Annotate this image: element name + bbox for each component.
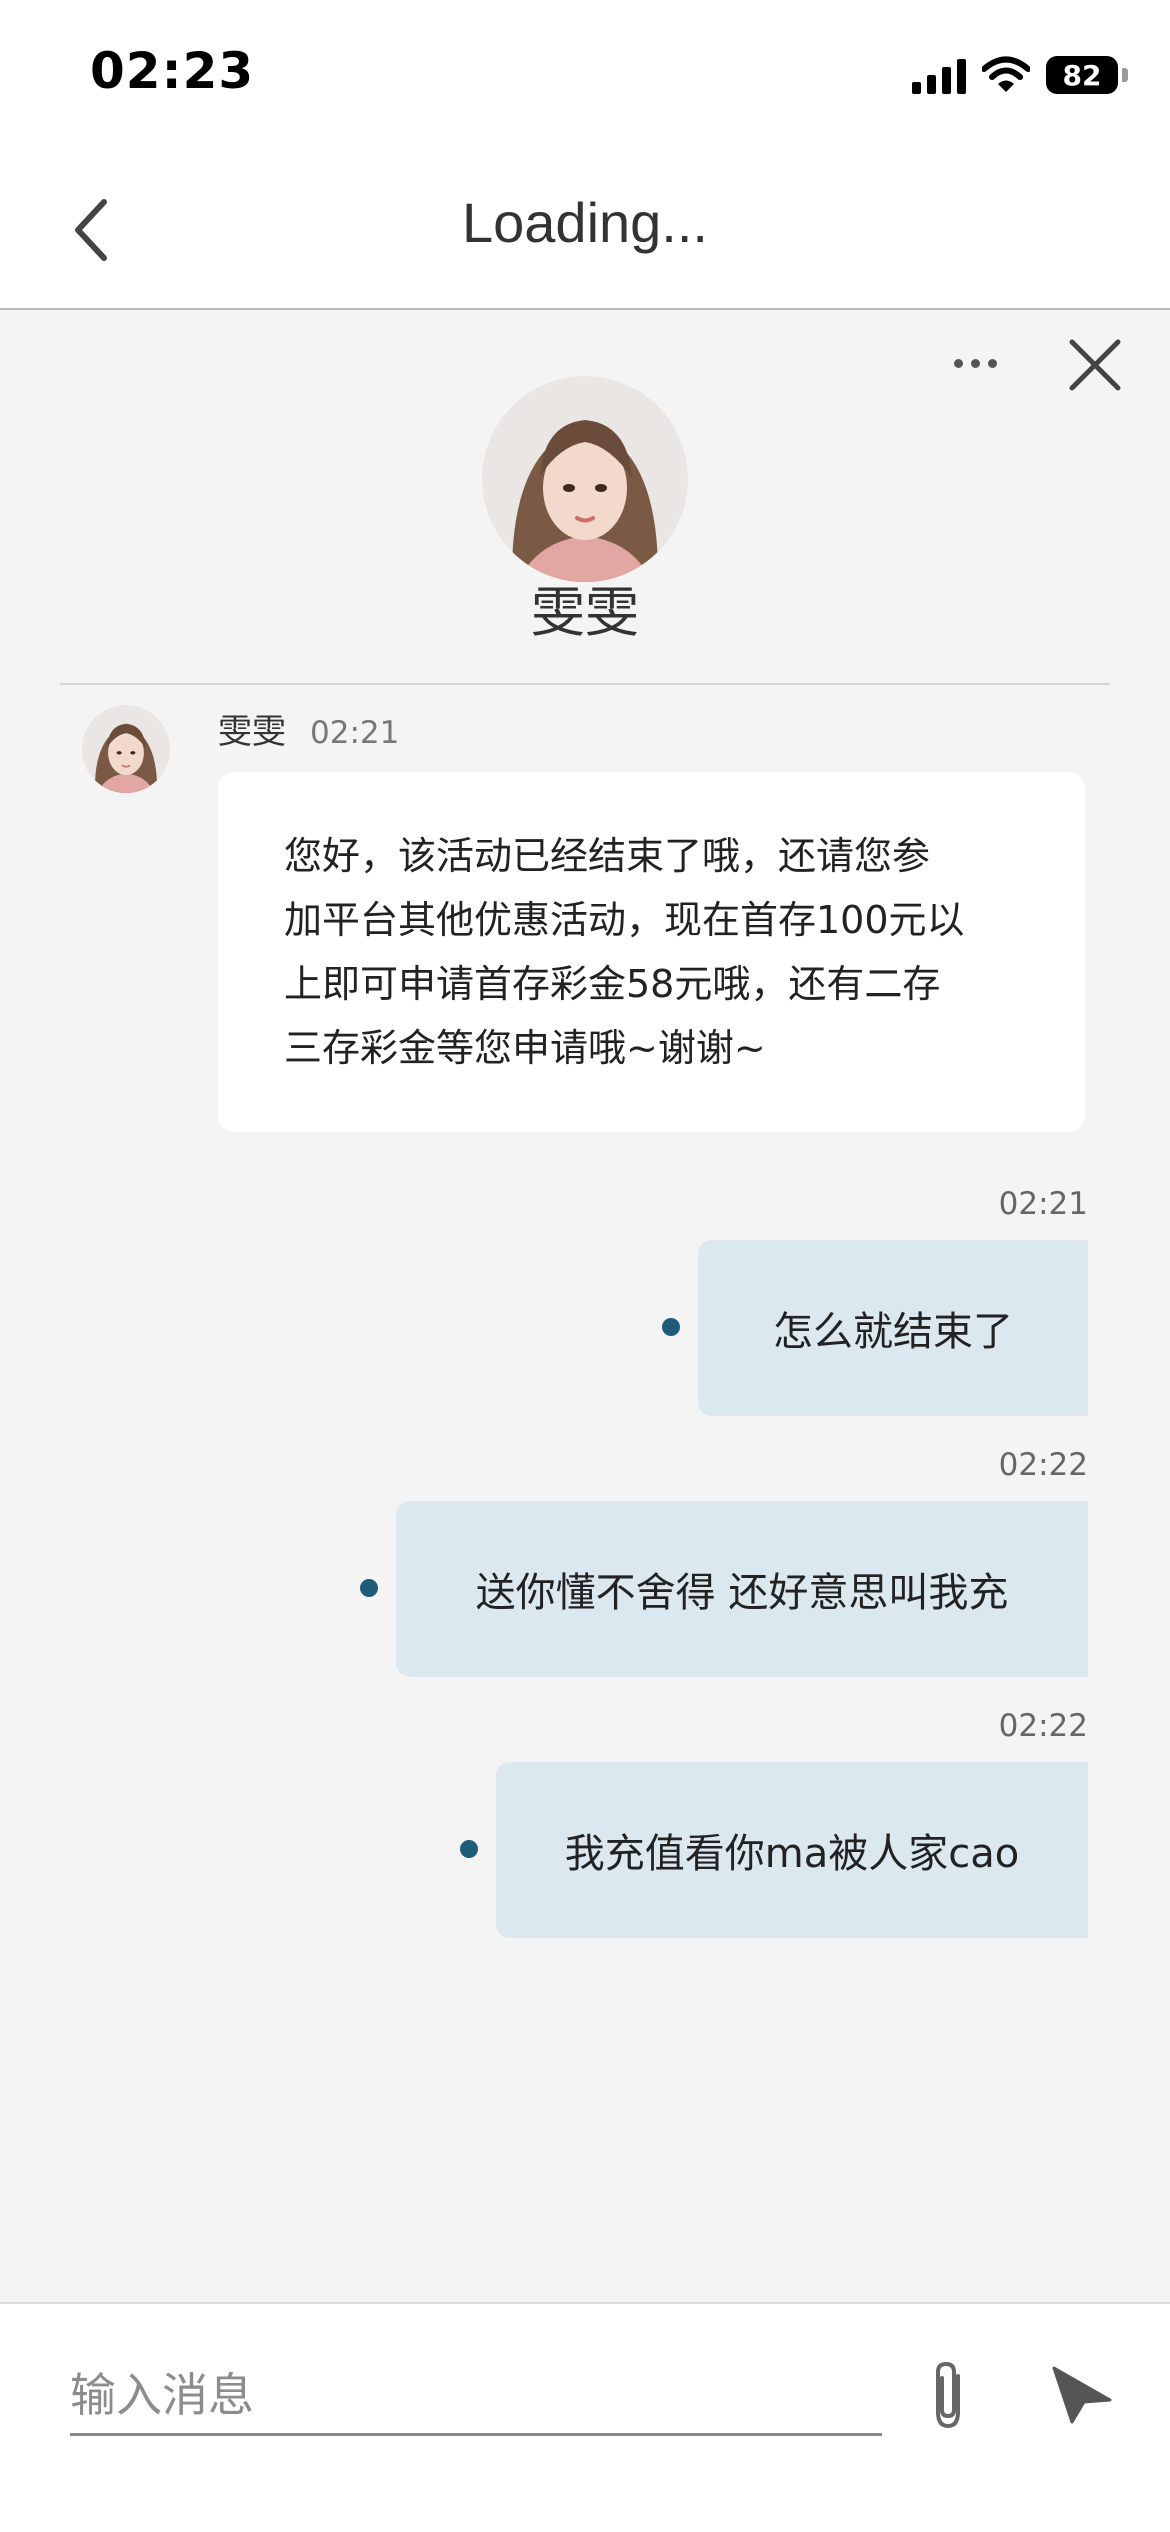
nav-bar: Loading... bbox=[0, 150, 1170, 310]
status-icons: 82 bbox=[912, 52, 1128, 98]
delivery-status-dot bbox=[460, 1840, 478, 1858]
delivery-status-dot bbox=[360, 1579, 378, 1597]
agent-avatar bbox=[482, 376, 688, 582]
message-composer bbox=[0, 2302, 1170, 2532]
battery-icon: 82 bbox=[1046, 56, 1128, 94]
paperclip-icon[interactable] bbox=[918, 2358, 978, 2434]
user-message-bubble: 送你懂不舍得 还好意思叫我充 bbox=[396, 1501, 1088, 1677]
user-message-bubble: 怎么就结束了 bbox=[698, 1240, 1088, 1416]
message-time: 02:21 bbox=[998, 1186, 1088, 1222]
delivery-status-dot bbox=[662, 1318, 680, 1336]
message-line: 您好，该活动已经结束了哦，还请您参 bbox=[284, 834, 931, 878]
chat-screen: 02:23 82 Loading... 雯雯 雯雯 02:21 您好，该活动已经… bbox=[0, 0, 1170, 2532]
message-avatar bbox=[82, 705, 170, 793]
message-line: 上即可申请首存彩金58元哦，还有二存 bbox=[284, 962, 941, 1006]
wifi-icon bbox=[982, 56, 1030, 92]
message-line: 三存彩金等您申请哦~谢谢~ bbox=[284, 1026, 766, 1070]
user-message-bubble: 我充值看你ma被人家cao bbox=[496, 1762, 1088, 1938]
sender-name: 雯雯 bbox=[218, 712, 286, 752]
agent-name: 雯雯 bbox=[531, 581, 639, 644]
send-icon[interactable] bbox=[1050, 2362, 1114, 2426]
agent-message-bubble: 您好，该活动已经结束了哦，还请您参 加平台其他优惠活动，现在首存100元以 上即… bbox=[218, 772, 1085, 1132]
message-time: 02:22 bbox=[998, 1447, 1088, 1483]
more-options-button[interactable] bbox=[940, 338, 1010, 388]
message-time: 02:22 bbox=[998, 1708, 1088, 1744]
divider bbox=[60, 683, 1110, 685]
message-line: 加平台其他优惠活动，现在首存100元以 bbox=[284, 898, 965, 942]
message-meta: 雯雯 02:21 bbox=[218, 704, 399, 753]
battery-level: 82 bbox=[1062, 58, 1102, 92]
page-title: Loading... bbox=[462, 191, 708, 254]
status-time: 02:23 bbox=[90, 42, 255, 100]
message-input[interactable] bbox=[70, 2356, 882, 2436]
cellular-signal-icon bbox=[912, 56, 966, 94]
status-bar: 02:23 82 bbox=[0, 0, 1170, 150]
message-time: 02:21 bbox=[310, 715, 400, 751]
close-icon[interactable] bbox=[1060, 330, 1130, 400]
